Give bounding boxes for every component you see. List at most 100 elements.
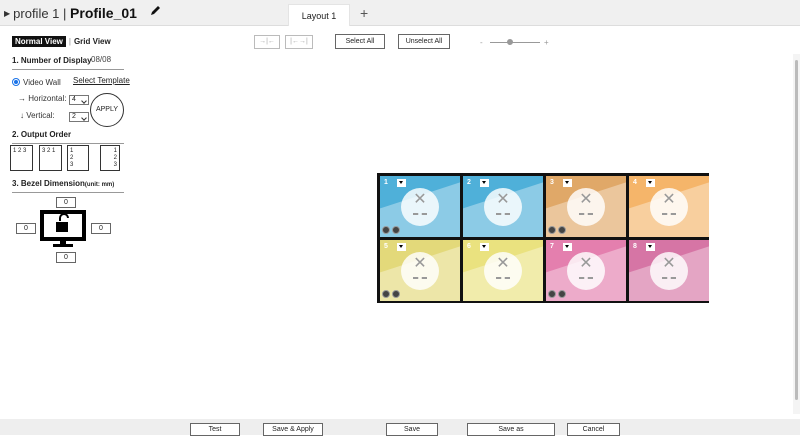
audio-icon[interactable] <box>548 226 556 234</box>
vertical-label: ↓ Vertical: <box>20 111 55 120</box>
audio-icon[interactable] <box>548 290 556 298</box>
dash-icon <box>496 212 510 215</box>
output-order-option[interactable]: 123 <box>100 145 120 171</box>
grid-view-tab[interactable]: Grid View <box>74 37 111 46</box>
tile-number: 2 <box>467 179 471 186</box>
tile-dropdown-icon[interactable] <box>646 179 655 187</box>
display-tile[interactable]: 6 ✕ <box>463 240 543 301</box>
output-order-option[interactable]: 3 2 1 <box>39 145 62 171</box>
bezel-right-input[interactable]: 0 <box>91 223 111 234</box>
output-order-label: 3 <box>113 162 117 168</box>
no-source-icon: ✕ <box>484 251 522 290</box>
tile-number: 3 <box>550 179 554 186</box>
no-source-icon: ✕ <box>650 187 688 226</box>
tile-dropdown-icon[interactable] <box>397 243 406 251</box>
horizontal-label: → Horizontal: <box>18 94 67 103</box>
display-tile[interactable]: 4 ✕ <box>629 176 709 237</box>
merge-button[interactable]: →|← <box>254 35 280 49</box>
horizontal-select[interactable]: 4 <box>69 95 89 105</box>
audio-icon[interactable] <box>382 290 390 298</box>
tab-layout-1[interactable]: Layout 1 <box>288 4 350 26</box>
display-tile[interactable]: 1 ✕ <box>380 176 460 237</box>
scrollbar-thumb[interactable] <box>795 60 798 400</box>
tile-dropdown-icon[interactable] <box>397 179 406 187</box>
display-tile[interactable]: 2 ✕ <box>463 176 543 237</box>
bezel-top-input[interactable]: 0 <box>56 197 76 208</box>
test-button[interactable]: Test <box>190 423 240 436</box>
arrow-right-icon: → <box>18 94 26 103</box>
output-order-label: 3 <box>70 162 74 168</box>
output-order-option[interactable]: 123 <box>67 145 89 171</box>
select-all-button[interactable]: Select All <box>335 34 385 49</box>
no-source-icon: ✕ <box>567 251 605 290</box>
display-tile[interactable]: 8 ✕ <box>629 240 709 301</box>
zoom-slider-thumb[interactable] <box>507 39 513 45</box>
close-icon: ✕ <box>579 190 593 208</box>
tile-number: 8 <box>633 243 637 250</box>
bezel-bottom-input[interactable]: 0 <box>56 252 76 263</box>
close-icon: ✕ <box>662 254 676 272</box>
close-icon: ✕ <box>413 190 427 208</box>
normal-view-tab[interactable]: Normal View <box>12 36 66 47</box>
output-order-label: 2 <box>113 155 117 161</box>
power-icon[interactable] <box>558 226 566 234</box>
tile-dropdown-icon[interactable] <box>563 243 572 251</box>
pencil-icon[interactable] <box>148 4 162 18</box>
save-button[interactable]: Save <box>386 423 438 436</box>
add-layout-icon[interactable]: + <box>360 5 368 21</box>
video-wall-grid: 1 ✕ 2 ✕ 3 ✕ 4 ✕ 5 ✕ 6 ✕ 7 ✕ 8 ✕ <box>377 173 709 303</box>
save-as-button[interactable]: Save as <box>467 423 555 436</box>
split-button[interactable]: |←→| <box>285 35 313 49</box>
profile-name[interactable]: Profile_01 <box>70 5 137 21</box>
output-order-option[interactable]: 1 2 3 <box>10 145 33 171</box>
tile-number: 7 <box>550 243 554 250</box>
close-icon: ✕ <box>413 254 427 272</box>
section-bezel-dimension: 3. Bezel Dimension(unit: mm) <box>12 179 124 193</box>
close-icon: ✕ <box>579 254 593 272</box>
power-icon[interactable] <box>558 290 566 298</box>
video-wall-label: Video Wall <box>23 78 61 87</box>
caret-right-icon[interactable]: ▶ <box>4 9 10 18</box>
output-order-label: 1 <box>113 148 117 154</box>
display-count: 08/08 <box>91 55 112 64</box>
display-tile[interactable]: 7 ✕ <box>546 240 626 301</box>
zoom-slider[interactable] <box>490 42 540 43</box>
output-order-label: 2 <box>70 155 74 161</box>
profile-prefix: profile 1 | <box>13 6 67 21</box>
tile-dropdown-icon[interactable] <box>646 243 655 251</box>
display-tile[interactable]: 3 ✕ <box>546 176 626 237</box>
close-icon: ✕ <box>496 190 510 208</box>
tile-dropdown-icon[interactable] <box>480 179 489 187</box>
no-source-icon: ✕ <box>484 187 522 226</box>
view-toggle: Normal View | Grid View <box>12 36 111 47</box>
arrow-down-icon: ↓ <box>20 111 24 120</box>
save-and-apply-button[interactable]: Save & Apply <box>263 423 323 436</box>
dash-icon <box>662 212 676 215</box>
tile-dropdown-icon[interactable] <box>563 179 572 187</box>
monitor-lock-icon[interactable] <box>39 209 89 249</box>
select-template-link[interactable]: Select Template <box>73 76 130 85</box>
section-output-order: 2. Output Order <box>12 130 124 144</box>
no-source-icon: ✕ <box>401 251 439 290</box>
video-wall-radio[interactable] <box>12 78 20 86</box>
zoom-plus[interactable]: + <box>544 38 549 47</box>
output-order-label: 1 <box>70 148 74 154</box>
display-tile[interactable]: 5 ✕ <box>380 240 460 301</box>
bezel-left-input[interactable]: 0 <box>16 223 36 234</box>
tile-number: 1 <box>384 179 388 186</box>
dash-icon <box>579 212 593 215</box>
audio-icon[interactable] <box>382 226 390 234</box>
power-icon[interactable] <box>392 290 400 298</box>
apply-button[interactable]: APPLY <box>90 93 124 127</box>
power-icon[interactable] <box>392 226 400 234</box>
tile-dropdown-icon[interactable] <box>480 243 489 251</box>
no-source-icon: ✕ <box>567 187 605 226</box>
tile-number: 5 <box>384 243 388 250</box>
vertical-select[interactable]: 2 <box>69 112 89 122</box>
no-source-icon: ✕ <box>401 187 439 226</box>
unselect-all-button[interactable]: Unselect All <box>398 34 450 49</box>
dash-icon <box>413 276 427 279</box>
output-order-label: 3 2 1 <box>42 148 56 154</box>
cancel-button[interactable]: Cancel <box>567 423 620 436</box>
zoom-minus[interactable]: - <box>480 38 483 47</box>
